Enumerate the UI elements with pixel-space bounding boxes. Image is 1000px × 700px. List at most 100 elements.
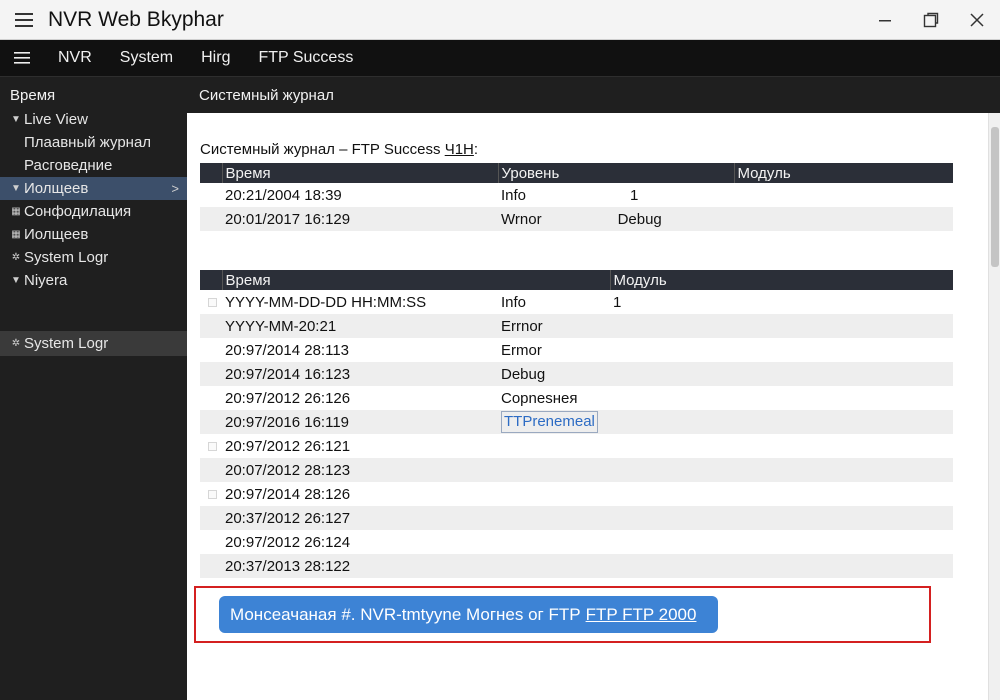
sidebar: Время ▼ Live View Плаавный журнал Расгов… bbox=[0, 77, 187, 700]
cell-time: 20:97/2016 16:119 bbox=[222, 410, 498, 434]
cell-module bbox=[610, 458, 953, 482]
table-row[interactable]: 20:97/2014 28:126 bbox=[200, 482, 953, 506]
row-checkbox[interactable] bbox=[208, 297, 217, 307]
cell-level: TTPrenemeal bbox=[498, 410, 610, 434]
sidebar-item-label: Иолщеев bbox=[24, 226, 89, 243]
sidebar-item-system-log-selected[interactable]: ✲ System Logr bbox=[0, 331, 187, 356]
menu-item-system[interactable]: System bbox=[106, 40, 187, 77]
sidebar-item-niyera[interactable]: ▼ Niyera bbox=[0, 269, 187, 292]
table-row[interactable]: 20:97/2012 26:126 Сорnesнея bbox=[200, 386, 953, 410]
cell-time: 20:07/2012 28:123 bbox=[222, 458, 498, 482]
column-header-level[interactable]: Уровень bbox=[497, 163, 734, 183]
grid-icon: ▦ bbox=[11, 206, 21, 217]
scrollbar-thumb[interactable] bbox=[991, 127, 999, 267]
sidebar-item-label: Расговедние bbox=[24, 157, 113, 174]
menu-item-hirg[interactable]: Hirg bbox=[187, 40, 244, 77]
menu-hamburger-icon[interactable] bbox=[0, 52, 44, 64]
sidebar-item-label: Сонфодилация bbox=[24, 203, 132, 220]
sidebar-item-active[interactable]: ▼ Иолщеев > bbox=[0, 177, 187, 200]
table-row[interactable]: YYYY-MM-DD-DD HH:MM:SS Info 1 bbox=[200, 290, 953, 314]
cell-module bbox=[610, 506, 953, 530]
cell-module bbox=[610, 554, 953, 578]
cell-time: 20:97/2014 28:126 bbox=[222, 482, 498, 506]
notification-toast[interactable]: Монсеачаная #. NVR-tmtyyne Могнеs ог FTP… bbox=[219, 596, 718, 633]
cell-time: 20:97/2012 26:121 bbox=[222, 434, 498, 458]
cell-level: Errnor bbox=[498, 314, 610, 338]
app-menu-icon[interactable] bbox=[0, 12, 48, 27]
maximize-icon[interactable] bbox=[908, 0, 954, 40]
cell-module bbox=[610, 314, 953, 338]
table-row[interactable]: 20:97/2012 26:124 bbox=[200, 530, 953, 554]
log-title-suffix: Ч1Н bbox=[444, 141, 474, 158]
cell-level bbox=[498, 506, 610, 530]
cell-module bbox=[610, 338, 953, 362]
sidebar-item-system-log[interactable]: ✲ System Logr bbox=[0, 246, 187, 269]
sidebar-item-label: System Logr bbox=[24, 335, 109, 352]
ftp-link-cell[interactable]: TTPrenemeal bbox=[501, 411, 598, 433]
cell-module bbox=[610, 362, 953, 386]
table-row[interactable]: 20:21/2004 18:39 Info 1 bbox=[200, 183, 953, 207]
notification-text: Монсеачаная #. NVR-tmtyyne Могнеs ог FTP bbox=[230, 604, 581, 624]
cell-level: Ermor bbox=[498, 338, 610, 362]
log-title: Системный журнал – FTP Success Ч1Н: bbox=[200, 141, 479, 158]
cell-level: Info bbox=[498, 290, 610, 314]
page-title: Системный журнал bbox=[187, 77, 1000, 113]
column-header-module[interactable]: Модуль bbox=[733, 163, 953, 183]
cell-time: 20:97/2014 28:113 bbox=[222, 338, 498, 362]
cell-time: YYYY-MM-20:21 bbox=[222, 314, 498, 338]
sidebar-item-schedule[interactable]: Расговедние bbox=[0, 154, 187, 177]
sidebar-item-playback-log[interactable]: Плаавный журнал bbox=[0, 131, 187, 154]
log-table-summary: Время Уровень Модуль 20:21/2004 18:39 In… bbox=[200, 163, 953, 231]
cell-time: 20:01/2017 16:129 bbox=[222, 207, 498, 231]
sidebar-item-label: Иолщеев bbox=[24, 180, 89, 197]
menu-item-ftp-success[interactable]: FTP Success bbox=[244, 40, 367, 77]
table-row[interactable]: 20:37/2012 26:127 bbox=[200, 506, 953, 530]
cell-module bbox=[610, 434, 953, 458]
cell-level: Info 1 bbox=[498, 183, 734, 207]
table-row[interactable]: 20:97/2016 16:119 TTPrenemeal bbox=[200, 410, 953, 434]
cell-module: 1 bbox=[610, 290, 953, 314]
table-row[interactable]: 20:01/2017 16:129 Wrnor Debug bbox=[200, 207, 953, 231]
cell-time: 20:97/2012 26:126 bbox=[222, 386, 498, 410]
grid-icon: ▦ bbox=[11, 229, 21, 240]
row-checkbox[interactable] bbox=[208, 489, 217, 499]
table-row[interactable]: 20:97/2014 28:113 Ermor bbox=[200, 338, 953, 362]
sidebar-item-label: Плаавный журнал bbox=[24, 134, 152, 151]
table-row[interactable]: 20:37/2013 28:122 bbox=[200, 554, 953, 578]
sidebar-item-configuration[interactable]: ▦ Сонфодилация bbox=[0, 200, 187, 223]
triangle-down-icon: ▼ bbox=[11, 275, 21, 286]
chevron-right-icon: > bbox=[171, 181, 179, 196]
triangle-down-icon: ▼ bbox=[11, 114, 21, 125]
cell-time: 20:37/2012 26:127 bbox=[222, 506, 498, 530]
cell-time: 20:97/2014 16:123 bbox=[222, 362, 498, 386]
triangle-down-icon: ▼ bbox=[11, 183, 21, 194]
gear-icon: ✲ bbox=[11, 338, 21, 349]
sidebar-item-label: System Logr bbox=[24, 249, 109, 266]
cell-time: 20:37/2013 28:122 bbox=[222, 554, 498, 578]
vertical-scrollbar[interactable] bbox=[988, 113, 1000, 700]
sidebar-heading: Время bbox=[10, 87, 56, 104]
sidebar-item-live-view[interactable]: ▼ Live View bbox=[0, 108, 187, 131]
cell-module bbox=[610, 482, 953, 506]
cell-level bbox=[498, 458, 610, 482]
table-row[interactable]: 20:97/2012 26:121 bbox=[200, 434, 953, 458]
column-header-module[interactable]: Модуль bbox=[609, 270, 953, 290]
cell-module bbox=[610, 530, 953, 554]
table-row[interactable]: 20:97/2014 16:123 Debug bbox=[200, 362, 953, 386]
row-checkbox[interactable] bbox=[208, 441, 217, 451]
checkbox-column-header bbox=[200, 270, 222, 290]
menu-item-nvr[interactable]: NVR bbox=[44, 40, 106, 77]
table-row[interactable]: 20:07/2012 28:123 bbox=[200, 458, 953, 482]
cell-time: 20:21/2004 18:39 bbox=[222, 183, 498, 207]
cell-level: Сорnesнея bbox=[498, 386, 610, 410]
checkbox-column-header bbox=[200, 163, 222, 183]
column-header-time[interactable]: Время bbox=[221, 163, 498, 183]
close-icon[interactable] bbox=[954, 0, 1000, 40]
notification-link[interactable]: FTP FTP 2000 bbox=[586, 605, 697, 625]
column-header-time[interactable]: Время bbox=[221, 270, 610, 290]
cell-level: Wrnor Debug bbox=[498, 207, 734, 231]
sidebar-item-secondary[interactable]: ▦ Иолщеев bbox=[0, 223, 187, 246]
table-row[interactable]: YYYY-MM-20:21 Errnor bbox=[200, 314, 953, 338]
cell-level bbox=[498, 482, 610, 506]
minimize-icon[interactable] bbox=[862, 0, 908, 40]
